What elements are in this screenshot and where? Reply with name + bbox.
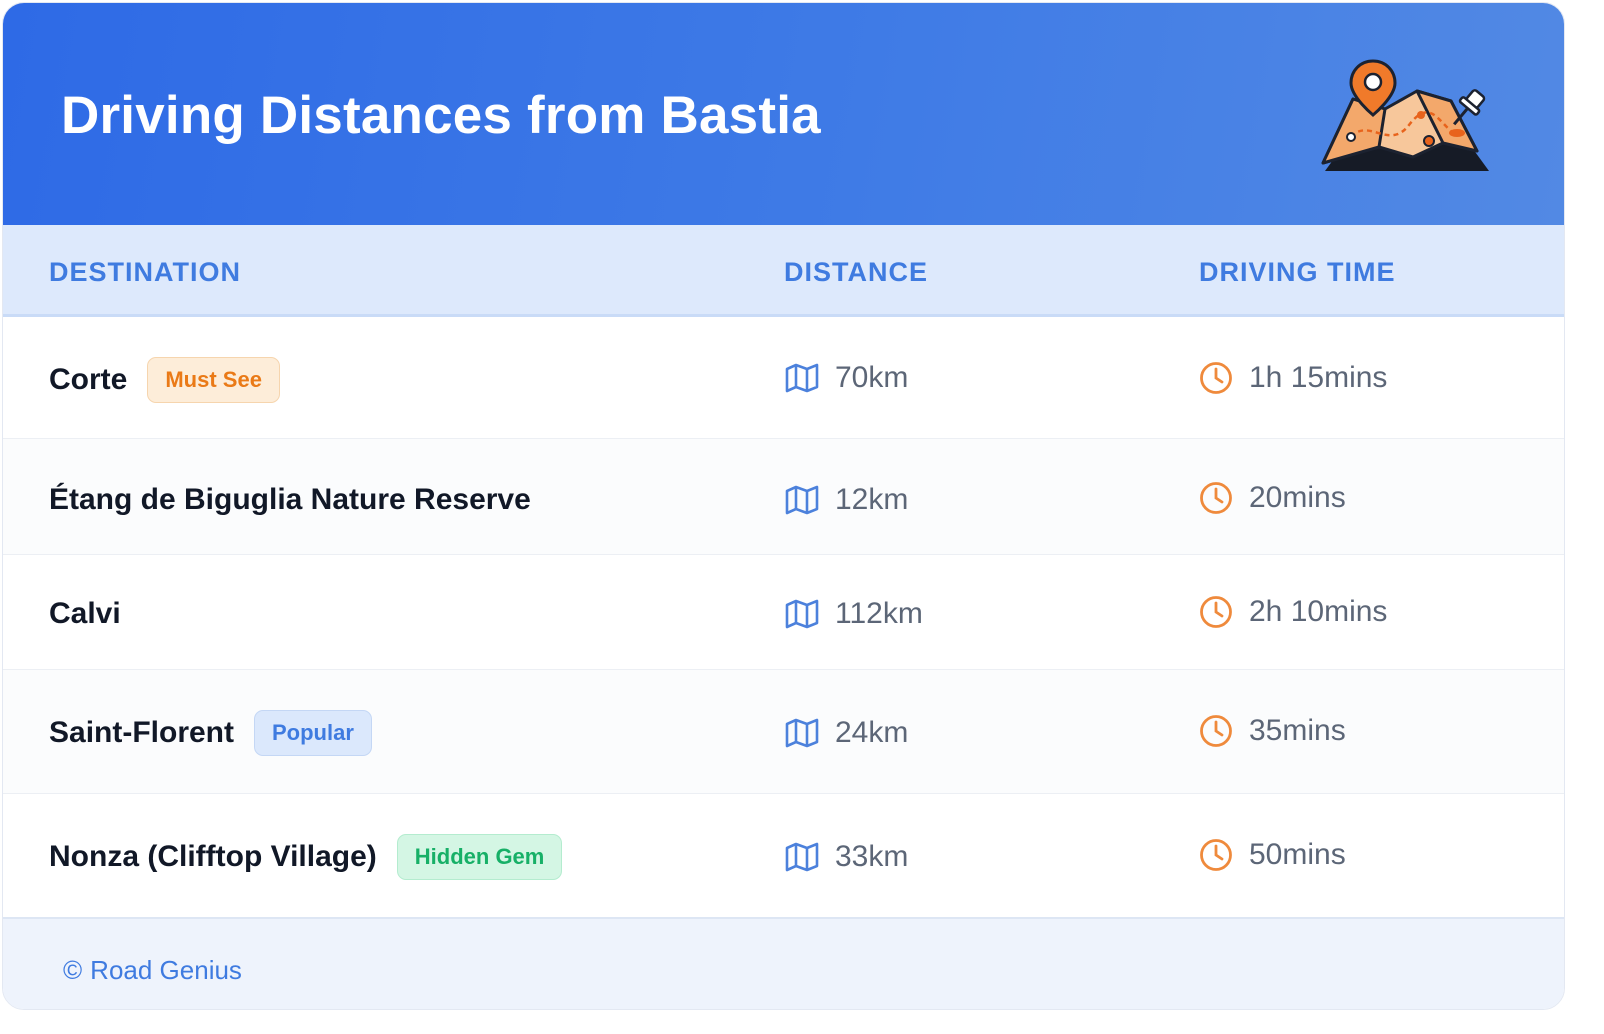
map-icon	[785, 363, 819, 393]
distance-value: 70km	[835, 361, 909, 394]
distance-cell: 112km	[785, 597, 923, 631]
card-header: Driving Distances from Bastia	[3, 3, 1564, 225]
distance-value: 112km	[835, 597, 923, 630]
destination-name: Nonza (Clifftop Village)	[49, 840, 377, 873]
card-footer: © Road Genius	[3, 917, 1564, 1009]
destination-cell: Nonza (Clifftop Village) Hidden Gem	[49, 834, 563, 880]
table-row: Corte Must See 70km 1h 15mins	[3, 317, 1564, 439]
popular-badge: Popular	[254, 710, 372, 756]
must-see-badge: Must See	[147, 357, 280, 403]
table-row: Saint-Florent Popular 24km 35mins	[3, 670, 1564, 794]
map-icon	[785, 842, 819, 872]
map-icon	[785, 485, 819, 515]
distance-cell: 12km	[785, 483, 908, 517]
map-icon	[785, 718, 819, 748]
distance-cell: 24km	[785, 716, 908, 750]
destination-name: Calvi	[49, 597, 121, 630]
column-header-driving-time: DRIVING TIME	[1199, 257, 1396, 287]
time-value: 20mins	[1249, 481, 1346, 514]
time-cell: 20mins	[1199, 481, 1346, 515]
column-header-distance: DISTANCE	[784, 257, 929, 287]
destination-name: Corte	[49, 363, 128, 396]
distance-value: 12km	[835, 483, 909, 516]
time-cell: 50mins	[1199, 838, 1346, 872]
table-row: Étang de Biguglia Nature Reserve 12km 20…	[3, 439, 1564, 555]
clock-icon	[1200, 482, 1232, 514]
clock-icon	[1200, 839, 1232, 871]
distance-value: 33km	[835, 840, 909, 873]
time-cell: 1h 15mins	[1199, 361, 1387, 395]
copyright-notice: © Road Genius	[63, 955, 242, 986]
time-cell: 35mins	[1199, 714, 1346, 748]
time-cell: 2h 10mins	[1199, 595, 1387, 629]
distance-value: 24km	[835, 716, 909, 749]
destination-cell: Corte Must See	[49, 357, 280, 403]
hidden-gem-badge: Hidden Gem	[396, 834, 563, 880]
distance-card: Driving Distances from Bastia DESTINATIO…	[2, 2, 1565, 1010]
clock-icon	[1200, 596, 1232, 628]
destination-name: Saint-Florent	[49, 716, 234, 749]
time-value: 2h 10mins	[1249, 595, 1388, 628]
distance-cell: 70km	[785, 361, 908, 395]
time-value: 35mins	[1249, 714, 1346, 747]
time-value: 50mins	[1249, 838, 1346, 871]
page-title: Driving Distances from Bastia	[61, 86, 821, 145]
brand-name: Road Genius	[90, 955, 242, 985]
distance-cell: 33km	[785, 840, 908, 874]
clock-icon	[1200, 362, 1232, 394]
map-pin-icon	[1321, 59, 1489, 171]
clock-icon	[1200, 715, 1232, 747]
destination-name: Étang de Biguglia Nature Reserve	[49, 483, 531, 516]
time-value: 1h 15mins	[1249, 361, 1388, 394]
destination-cell: Étang de Biguglia Nature Reserve	[49, 483, 531, 517]
table-row: Calvi 112km 2h 10mins	[3, 555, 1564, 670]
column-header-destination: DESTINATION	[49, 257, 241, 287]
table-row: Nonza (Clifftop Village) Hidden Gem 33km…	[3, 794, 1564, 917]
destination-cell: Calvi	[49, 597, 121, 631]
destination-cell: Saint-Florent Popular	[49, 710, 372, 756]
table-header: DESTINATION DISTANCE DRIVING TIME	[3, 225, 1564, 317]
copyright-icon: ©	[63, 955, 83, 985]
map-icon	[785, 599, 819, 629]
